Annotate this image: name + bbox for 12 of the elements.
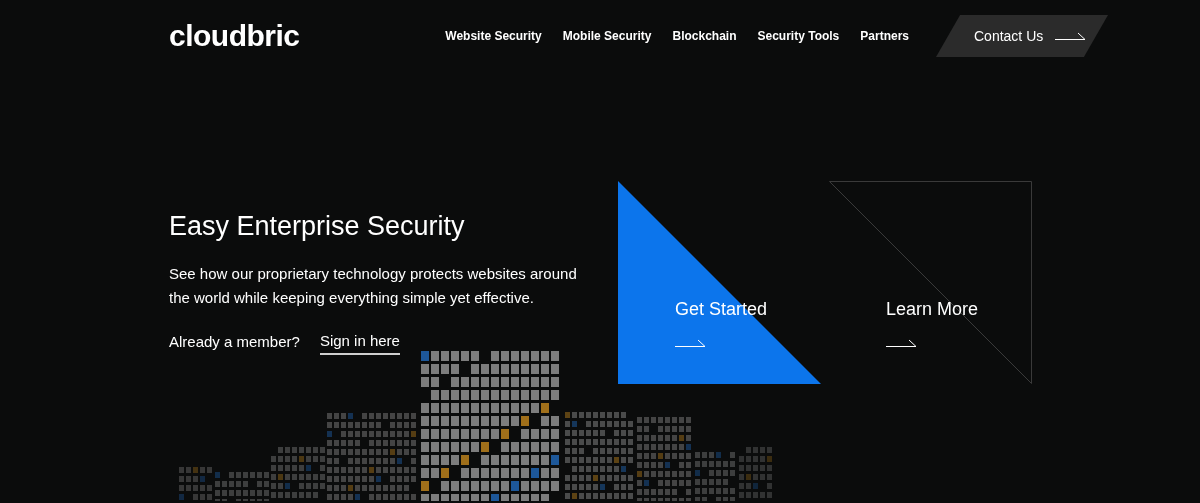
nav-link[interactable]: Website Security (445, 27, 542, 45)
hero-title: Easy Enterprise Security (169, 210, 466, 243)
nav-link[interactable]: Partners (860, 27, 909, 45)
nav-link[interactable]: Security Tools (757, 27, 840, 45)
nav-link[interactable]: Mobile Security (562, 27, 652, 45)
nav-link[interactable]: Blockchain (672, 27, 737, 45)
contact-button[interactable]: Contact Us (936, 15, 1108, 57)
logo[interactable]: cloudbric (169, 21, 300, 51)
member-prompt: Already a member? (169, 332, 300, 353)
hero-description: See how our proprietary technology protects websites around the world while keeping everything simple yet effective. (169, 263, 578, 308)
cta-button[interactable]: Learn More (829, 181, 1032, 384)
sign-in-link[interactable]: Sign in here (319, 329, 400, 356)
